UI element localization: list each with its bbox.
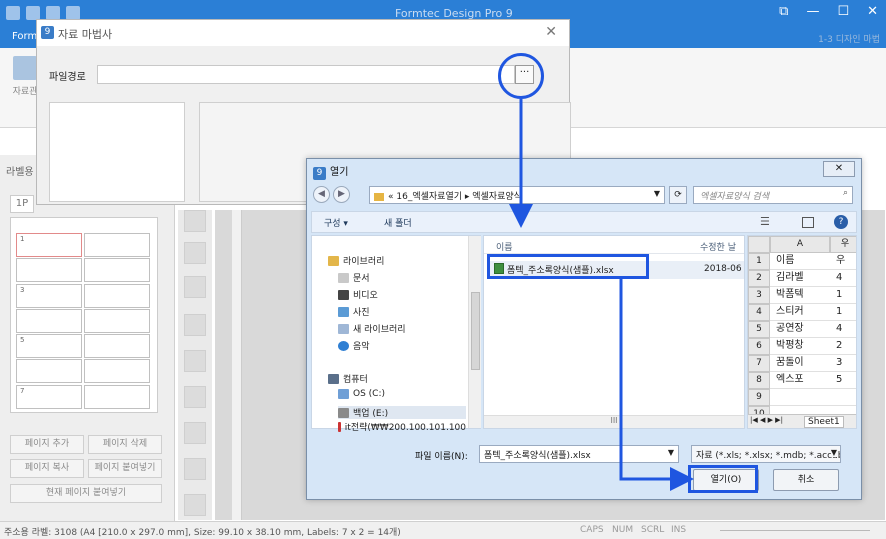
annotation-arrows	[509, 99, 694, 491]
arrow-to-open-button	[619, 279, 694, 491]
